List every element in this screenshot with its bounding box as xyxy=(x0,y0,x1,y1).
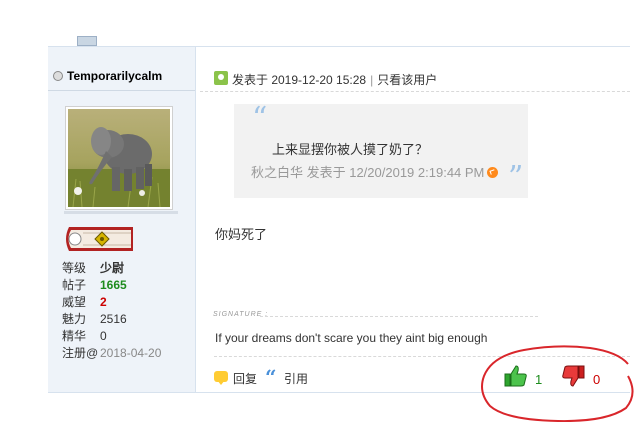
quote-icon[interactable]: “ xyxy=(265,367,277,387)
quote-source: 秋之白华 发表于 12/20/2019 2:19:44 PM xyxy=(251,162,499,181)
stat-value: 0 xyxy=(100,329,107,343)
stat-value: 2 xyxy=(100,295,107,309)
only-author-link[interactable]: 只看该用户 xyxy=(377,73,437,87)
post-date: 发表于 2019-12-20 15:28 xyxy=(232,73,367,87)
meta-separator: | xyxy=(370,73,374,87)
stat-row: 注册@ 2018-04-20 xyxy=(62,345,192,362)
offline-status-icon xyxy=(53,71,63,81)
elephant-avatar-image xyxy=(68,109,170,208)
signature-divider xyxy=(260,316,538,317)
annotation-circle xyxy=(481,345,634,422)
username-link[interactable]: Temporarilycalm xyxy=(67,69,162,83)
user-header-divider xyxy=(48,90,195,91)
stat-value: 2516 xyxy=(100,312,127,326)
post-meta: 发表于 2019-12-20 15:28 | 只看该用户 xyxy=(232,71,437,88)
stat-label: 精华 xyxy=(62,329,87,343)
reply-button[interactable]: 回复 xyxy=(233,370,257,387)
stat-value: 2018-04-20 xyxy=(100,346,162,360)
stat-row: 精华 0 xyxy=(62,328,192,345)
quote-text: 上来显摆你被人摸了奶了？ xyxy=(272,142,429,157)
stat-row: 威望 2 xyxy=(62,294,192,311)
stat-row: 魅力 2516 xyxy=(62,311,192,328)
stat-row: 帖子 1665 xyxy=(62,277,192,294)
rank-badge xyxy=(63,225,133,251)
avatar-divider xyxy=(64,211,178,214)
stat-label: 等级 xyxy=(62,261,87,275)
post-header-divider xyxy=(200,91,630,92)
quote-source-text: 秋之白华 发表于 12/20/2019 2:19:44 PM xyxy=(251,165,485,180)
top-thumbnail xyxy=(77,36,97,46)
quote-button[interactable]: 引用 xyxy=(284,370,308,387)
post-author-icon xyxy=(214,71,228,85)
stat-label: 帖子 xyxy=(62,278,87,292)
stat-value: 1665 xyxy=(100,278,127,292)
stat-label: 注册@ xyxy=(62,346,99,360)
signature-text: If your dreams don't scare you they aint… xyxy=(215,331,488,345)
reply-icon[interactable] xyxy=(214,371,228,385)
stat-value: 少尉 xyxy=(100,261,125,275)
user-stats: 等级 少尉 帖子 1665 威望 2 魅力 2516 精华 0 注册@ 2018-04-20 xyxy=(62,260,192,362)
jump-to-quote-icon[interactable] xyxy=(487,167,499,178)
post-message: 你妈死了 xyxy=(215,227,268,242)
avatar[interactable] xyxy=(65,106,173,210)
stat-label: 魅力 xyxy=(62,312,87,326)
stat-label: 威望 xyxy=(62,295,87,309)
close-quote-icon: ” xyxy=(508,160,524,195)
open-quote-icon: “ xyxy=(252,101,268,136)
stat-row: 等级 少尉 xyxy=(62,260,192,277)
